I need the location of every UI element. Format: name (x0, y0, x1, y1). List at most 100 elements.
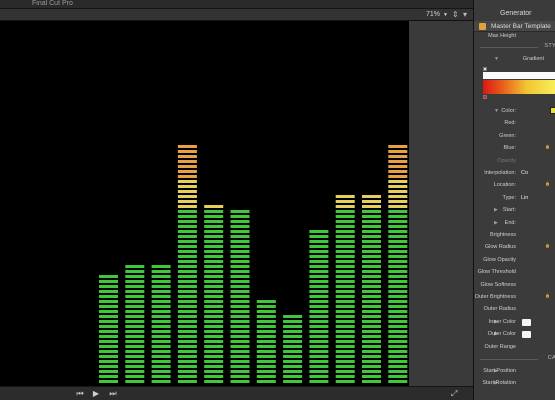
parameter-value[interactable]: Lin (521, 195, 528, 201)
parameter-label: Glow Softness (480, 281, 516, 288)
parameter-row[interactable]: Outer Range (474, 342, 555, 353)
meter-segment (230, 340, 250, 343)
parameter-row[interactable]: ▼ Color: (474, 106, 555, 117)
meter-segment (335, 310, 355, 313)
disclosure-triangle-icon[interactable]: ▶ (494, 220, 498, 226)
meter-segment (335, 235, 355, 238)
view-menu-icon[interactable]: ▾ (463, 10, 467, 20)
view-options-icon[interactable]: ⇕ (452, 10, 459, 20)
viewer-canvas[interactable] (0, 21, 409, 386)
meter-segment (256, 315, 276, 318)
meter-segment (362, 245, 381, 248)
parameter-row[interactable]: Location: 🔒 (474, 180, 555, 191)
gradient-color-bar[interactable] (483, 80, 555, 94)
meter-segment (362, 325, 381, 328)
meter-segment (204, 340, 224, 343)
parameter-row[interactable]: ▶ Start: (474, 205, 555, 216)
gradient-opacity-bar[interactable] (483, 72, 555, 79)
parameter-row[interactable]: Outer Brightness 🔒 (474, 292, 555, 303)
meter-segment (362, 260, 381, 263)
keyframe-icon[interactable]: 🔒 (545, 293, 550, 298)
zoom-dropdown-icon[interactable]: ▼ (443, 12, 448, 18)
tab-generator[interactable]: Generator (500, 10, 532, 17)
meter-segment (362, 375, 381, 378)
meter-segment (151, 340, 171, 343)
parameter-value[interactable]: Co (521, 170, 528, 176)
gradient-top-stop[interactable] (483, 67, 487, 71)
meter-segment (230, 370, 250, 373)
parameter-row[interactable]: ▶ End: (474, 218, 555, 229)
meter-segment (309, 265, 329, 268)
meter-segment (362, 330, 381, 333)
meter-segment (309, 280, 329, 283)
meter-segment (177, 345, 197, 348)
parameter-row[interactable]: Red: (474, 118, 555, 129)
parameter-row[interactable]: Opacity (474, 156, 555, 167)
keyframe-icon[interactable]: 🔒 (545, 144, 550, 149)
parameter-row[interactable]: ▶ Start Position (474, 366, 555, 377)
parameter-label: Inner Color (488, 318, 516, 325)
meter-segment (99, 370, 118, 373)
parameter-row[interactable]: Glow Opacity (474, 255, 555, 266)
parameter-label: Outer Color (487, 331, 516, 338)
meter-segment (335, 285, 355, 288)
meter-segment (204, 360, 224, 363)
transport-bar: ⏮ ▶ ⏭ ⤢ (0, 386, 473, 400)
meter-segment (204, 285, 224, 288)
meter-segment (335, 345, 355, 348)
meter-segment (283, 315, 303, 318)
meter-segment (151, 355, 171, 358)
keyframe-icon[interactable]: 🔒 (545, 243, 550, 248)
parameter-row[interactable]: Glow Radius 🔒 (474, 242, 555, 253)
meter-segment (283, 355, 303, 358)
meter-segment (204, 260, 224, 263)
meter-segment (388, 295, 408, 298)
parameter-row[interactable]: Outer Radius (474, 304, 555, 315)
meter-segment (177, 150, 197, 153)
parameter-label: Color: (501, 108, 516, 114)
row-gradient[interactable]: ▼ Gradient (474, 54, 555, 65)
disclosure-triangle-icon[interactable]: ▼ (494, 108, 499, 114)
skip-forward-icon[interactable]: ⏭ (107, 388, 119, 400)
parameter-row[interactable]: Glow Softness (474, 280, 555, 291)
meter-segment (177, 170, 197, 173)
meter-segment (177, 280, 197, 283)
meter-segment (230, 225, 250, 228)
meter-segment (230, 275, 250, 278)
meter-segment (125, 360, 145, 363)
disclosure-triangle-icon[interactable]: ▶ (494, 207, 498, 213)
parameter-row[interactable]: Interpolation: Co (474, 168, 555, 179)
parameter-row[interactable]: ▶ Start Rotation (474, 378, 555, 389)
zoom-level[interactable]: 71% (426, 10, 440, 20)
meter-segment (99, 350, 118, 353)
meter-segment (177, 220, 197, 223)
meter-segment (362, 285, 381, 288)
color-well[interactable] (522, 318, 531, 326)
parameter-row[interactable]: ▶ Outer Color (474, 329, 555, 340)
parameter-row[interactable]: ▶ Inner Color (474, 317, 555, 328)
skip-back-icon[interactable]: ⏮ (74, 388, 86, 400)
play-icon[interactable]: ▶ (90, 388, 102, 400)
meter-segment (388, 335, 408, 338)
meter-segment (125, 310, 145, 313)
disclosure-triangle-icon[interactable]: ▼ (494, 56, 499, 62)
color-well[interactable] (522, 331, 531, 339)
meter-segment (388, 185, 408, 188)
meter-segment (230, 255, 250, 258)
meter-segment (256, 340, 276, 343)
parameter-row[interactable]: Blue: 🔒 (474, 143, 555, 154)
parameter-label: Blue: (503, 145, 516, 152)
keyframe-icon[interactable]: 🔒 (545, 181, 550, 186)
meter-segment (283, 320, 303, 323)
meter-segment (362, 300, 381, 303)
color-swatch[interactable] (550, 107, 555, 114)
parameter-row[interactable]: Brightness (474, 230, 555, 241)
meter-segment (309, 315, 329, 318)
gradient-color-stop[interactable] (483, 95, 487, 99)
meter-segment (388, 345, 408, 348)
parameter-row[interactable]: Green: (474, 131, 555, 142)
fullscreen-icon[interactable]: ⤢ (451, 388, 457, 400)
parameter-row[interactable]: Glow Threshold (474, 267, 555, 278)
parameter-row[interactable]: Type: Lin (474, 193, 555, 204)
meter-bar (309, 230, 329, 383)
